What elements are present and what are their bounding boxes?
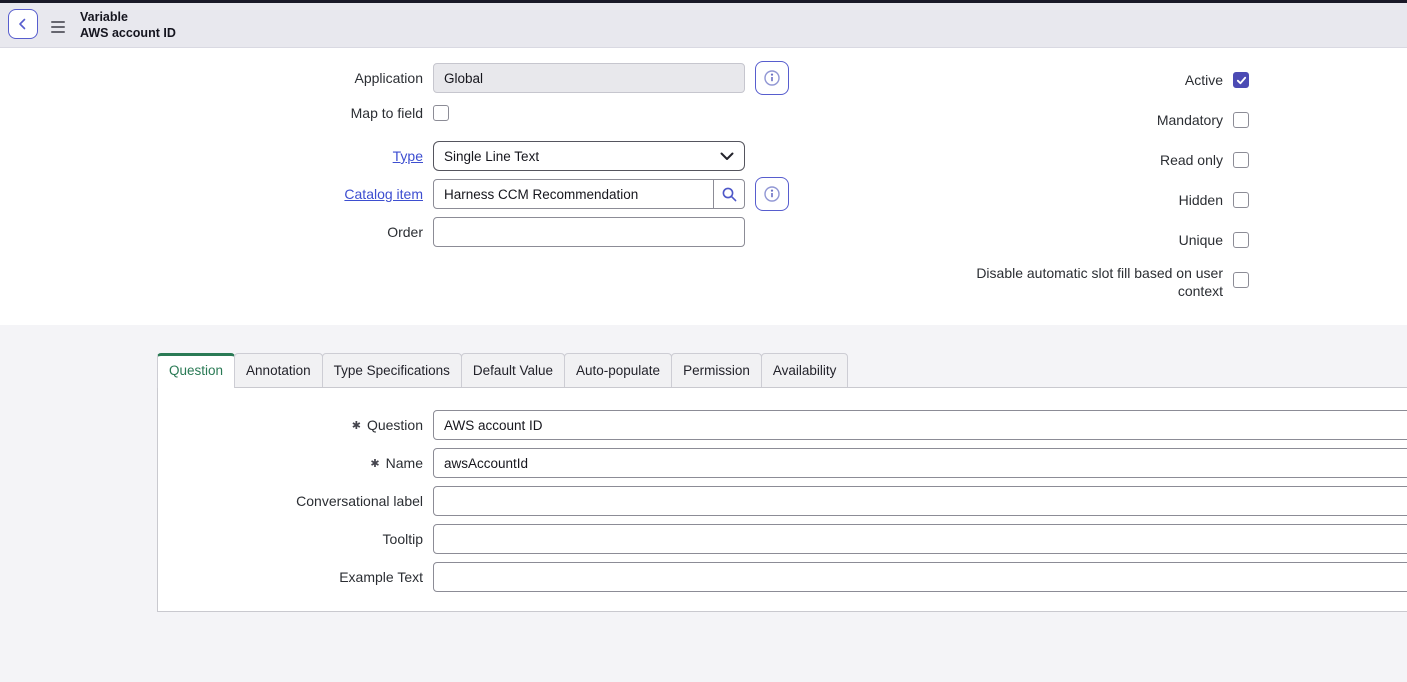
name-input[interactable] <box>433 448 1407 478</box>
mandatory-checkbox[interactable] <box>1233 112 1249 128</box>
example-text-input[interactable] <box>433 562 1407 592</box>
record-type-label: Variable <box>80 10 176 26</box>
page-title: Variable AWS account ID <box>80 10 176 42</box>
application-info-button[interactable] <box>755 61 789 95</box>
active-label: Active <box>880 72 1223 88</box>
tooltip-input[interactable] <box>433 524 1407 554</box>
type-label[interactable]: Type <box>130 141 423 171</box>
application-label: Application <box>130 63 423 93</box>
name-field-label: ✱Name <box>130 448 423 480</box>
disable-slot-fill-label: Disable automatic slot fill based on use… <box>963 264 1223 300</box>
order-label: Order <box>130 217 423 247</box>
hidden-checkbox[interactable] <box>1233 192 1249 208</box>
conversational-label-input[interactable] <box>433 486 1407 516</box>
tab-annotation[interactable]: Annotation <box>234 353 323 387</box>
order-input[interactable] <box>433 217 745 247</box>
read-only-label: Read only <box>880 152 1223 168</box>
question-input[interactable] <box>433 410 1407 440</box>
tooltip-field-label: ✱Tooltip <box>130 524 423 554</box>
hidden-label: Hidden <box>880 192 1223 208</box>
tab-permission[interactable]: Permission <box>671 353 762 387</box>
conversational-label-field-label: ✱Conversational label <box>130 486 423 516</box>
hamburger-menu-icon[interactable] <box>51 21 65 33</box>
unique-label: Unique <box>880 232 1223 248</box>
map-to-field-checkbox[interactable] <box>433 105 449 121</box>
back-button[interactable] <box>8 9 38 39</box>
example-text-field-label: ✱Example Text <box>130 562 423 592</box>
tab-auto-populate[interactable]: Auto-populate <box>564 353 672 387</box>
catalog-item-lookup-button[interactable] <box>713 180 744 208</box>
catalog-item-reference-field <box>433 179 745 209</box>
mandatory-label: Mandatory <box>880 112 1223 128</box>
variable-form-page: Variable AWS account ID Application Map … <box>0 0 1407 682</box>
map-to-field-label: Map to field <box>130 105 423 121</box>
type-link[interactable]: Type <box>393 148 423 164</box>
check-icon <box>1236 75 1247 86</box>
tab-type-specifications[interactable]: Type Specifications <box>322 353 462 387</box>
read-only-checkbox[interactable] <box>1233 152 1249 168</box>
disable-slot-fill-checkbox[interactable] <box>1233 272 1249 288</box>
info-icon <box>763 185 781 203</box>
info-icon <box>763 69 781 87</box>
question-field-label: ✱Question <box>130 410 423 442</box>
active-checkbox[interactable] <box>1233 72 1249 88</box>
tab-availability[interactable]: Availability <box>761 353 849 387</box>
record-header: Variable AWS account ID <box>0 3 1407 48</box>
record-tabs: Question Annotation Type Specifications … <box>157 353 848 387</box>
mandatory-indicator-icon: ✱ <box>352 420 361 432</box>
record-name-label: AWS account ID <box>80 26 176 42</box>
application-input[interactable] <box>433 63 745 93</box>
tab-default-value[interactable]: Default Value <box>461 353 565 387</box>
mandatory-indicator-icon: ✱ <box>370 458 379 470</box>
unique-checkbox[interactable] <box>1233 232 1249 248</box>
chevron-down-icon <box>720 152 734 161</box>
catalog-item-input[interactable] <box>434 180 713 208</box>
type-select[interactable]: Single Line Text <box>433 141 745 171</box>
catalog-item-link[interactable]: Catalog item <box>344 186 423 202</box>
search-icon <box>721 186 738 203</box>
type-selected-value: Single Line Text <box>444 149 720 164</box>
catalog-item-label[interactable]: Catalog item <box>130 179 423 209</box>
tab-question[interactable]: Question <box>157 353 235 388</box>
chevron-left-icon <box>17 18 29 30</box>
catalog-item-info-button[interactable] <box>755 177 789 211</box>
